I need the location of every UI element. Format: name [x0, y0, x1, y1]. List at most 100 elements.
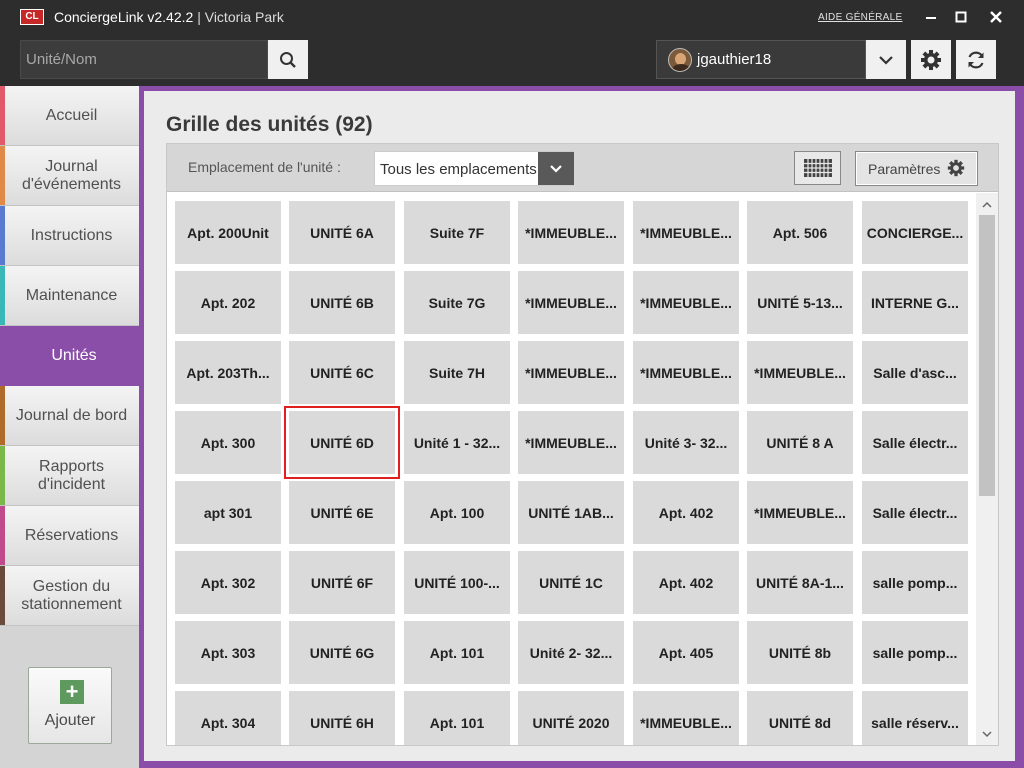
unit-tile[interactable]: *IMMEUBLE...	[518, 271, 624, 334]
unit-tile[interactable]: Apt. 101	[404, 621, 510, 684]
close-icon[interactable]	[984, 6, 1008, 28]
unit-tile[interactable]: *IMMEUBLE...	[518, 341, 624, 404]
unit-tile[interactable]: Unité 1 - 32...	[404, 411, 510, 474]
unit-tile[interactable]: UNITÉ 6D	[284, 406, 400, 479]
unit-tile-label: Apt. 402	[658, 504, 714, 521]
scroll-up-icon[interactable]	[978, 195, 996, 213]
unit-tile[interactable]: UNITÉ 6B	[289, 271, 395, 334]
unit-tile[interactable]: UNITÉ 5-13...	[747, 271, 853, 334]
unit-tile[interactable]: Salle électr...	[862, 411, 968, 474]
sidebar-item-label: Accueil	[45, 106, 98, 124]
unit-tile-label: Salle électr...	[872, 504, 958, 521]
unit-tile-label: *IMMEUBLE...	[525, 294, 617, 311]
unit-tile[interactable]: INTERNE G...	[862, 271, 968, 334]
unit-tile-label: *IMMEUBLE...	[640, 294, 732, 311]
minimize-icon[interactable]	[919, 6, 943, 28]
nav-stripe	[0, 566, 5, 625]
unit-tile[interactable]: *IMMEUBLE...	[747, 341, 853, 404]
unit-tile[interactable]: Salle électr...	[862, 481, 968, 544]
sidebar-item-label: Journal de bord	[15, 406, 128, 424]
unit-tile[interactable]: UNITÉ 8d	[747, 691, 853, 745]
unit-tile[interactable]: Apt. 300	[175, 411, 281, 474]
unit-tile[interactable]: Apt. 302	[175, 551, 281, 614]
unit-tile[interactable]: *IMMEUBLE...	[633, 271, 739, 334]
unit-tile[interactable]: *IMMEUBLE...	[747, 481, 853, 544]
search-button[interactable]	[268, 40, 308, 79]
unit-tile[interactable]: Apt. 506	[747, 201, 853, 264]
unit-tile[interactable]: Apt. 200Unit	[175, 201, 281, 264]
scrollbar-thumb[interactable]	[979, 215, 995, 496]
parameters-button[interactable]: Paramètres	[855, 151, 978, 186]
unit-tile[interactable]: salle pomp...	[862, 621, 968, 684]
add-button[interactable]: + Ajouter	[28, 667, 112, 744]
refresh-button[interactable]	[956, 40, 996, 79]
sidebar-item-journal-de-bord[interactable]: Journal de bord	[0, 386, 139, 446]
unit-tile[interactable]: Apt. 203Th...	[175, 341, 281, 404]
unit-tile[interactable]: UNITÉ 100-...	[404, 551, 510, 614]
sidebar-item-rapports-incident[interactable]: Rapports d'incident	[0, 446, 139, 506]
unit-tile[interactable]: *IMMEUBLE...	[633, 201, 739, 264]
unit-tile[interactable]: Apt. 202	[175, 271, 281, 334]
unit-tile[interactable]: Apt. 101	[404, 691, 510, 745]
unit-tile[interactable]: UNITÉ 6A	[289, 201, 395, 264]
settings-button[interactable]	[911, 40, 951, 79]
unit-tile[interactable]: *IMMEUBLE...	[633, 691, 739, 745]
add-button-label: Ajouter	[44, 712, 96, 729]
sidebar-item-label: Réservations	[24, 526, 119, 544]
unit-tile-label: UNITÉ 6A	[310, 224, 374, 241]
sidebar-item-unites[interactable]: Unités	[0, 326, 157, 386]
unit-tile-label: Apt. 303	[200, 644, 256, 661]
unit-tile[interactable]: Apt. 303	[175, 621, 281, 684]
unit-tile[interactable]: *IMMEUBLE...	[518, 201, 624, 264]
sidebar-item-instructions[interactable]: Instructions	[0, 206, 139, 266]
unit-tile[interactable]: UNITÉ 6F	[289, 551, 395, 614]
unit-tile[interactable]: Apt. 100	[404, 481, 510, 544]
unit-tile[interactable]: UNITÉ 8b	[747, 621, 853, 684]
unit-tile[interactable]: Suite 7H	[404, 341, 510, 404]
unit-tile[interactable]: Suite 7F	[404, 201, 510, 264]
user-selector[interactable]: jgauthier18	[656, 40, 866, 79]
unit-tile[interactable]: *IMMEUBLE...	[633, 341, 739, 404]
unit-tile[interactable]: Salle d'asc...	[862, 341, 968, 404]
unit-tile[interactable]: Apt. 402	[633, 551, 739, 614]
sidebar-item-accueil[interactable]: Accueil	[0, 86, 139, 146]
unit-tile[interactable]: UNITÉ 1C	[518, 551, 624, 614]
unit-tile-label: UNITÉ 5-13...	[757, 294, 843, 311]
unit-tile[interactable]: CONCIERGE...	[862, 201, 968, 264]
unit-tile[interactable]: UNITÉ 8A-1...	[747, 551, 853, 614]
maximize-icon[interactable]	[949, 6, 973, 28]
unit-tile[interactable]: salle pomp...	[862, 551, 968, 614]
unit-tile[interactable]: Apt. 405	[633, 621, 739, 684]
search-input[interactable]	[20, 40, 268, 79]
unit-tile[interactable]: UNITÉ 6H	[289, 691, 395, 745]
unit-tile[interactable]: salle réserv...	[862, 691, 968, 745]
unit-tile[interactable]: Apt. 402	[633, 481, 739, 544]
grid-view-button[interactable]	[794, 151, 841, 185]
sidebar-item-label: Unités	[51, 347, 97, 364]
sidebar-item-maintenance[interactable]: Maintenance	[0, 266, 139, 326]
location-dropdown-button[interactable]	[538, 152, 574, 185]
unit-tile[interactable]: *IMMEUBLE...	[518, 411, 624, 474]
unit-tile[interactable]: apt 301	[175, 481, 281, 544]
unit-tile-label: UNITÉ 6E	[310, 504, 374, 521]
vertical-scrollbar[interactable]	[976, 193, 998, 745]
sidebar-item-reservations[interactable]: Réservations	[0, 506, 139, 566]
unit-tile[interactable]: UNITÉ 1AB...	[518, 481, 624, 544]
unit-tile[interactable]: Suite 7G	[404, 271, 510, 334]
scroll-down-icon[interactable]	[978, 725, 996, 743]
location-select[interactable]: Tous les emplacements	[374, 151, 574, 186]
user-dropdown-button[interactable]	[866, 40, 906, 79]
unit-tile[interactable]: Apt. 304	[175, 691, 281, 745]
unit-tile[interactable]: UNITÉ 2020	[518, 691, 624, 745]
unit-tile[interactable]: Unité 2- 32...	[518, 621, 624, 684]
unit-tile[interactable]: Unité 3- 32...	[633, 411, 739, 474]
unit-tile-label: Apt. 302	[200, 574, 256, 591]
unit-tile[interactable]: UNITÉ 8 A	[747, 411, 853, 474]
sidebar-item-stationnement[interactable]: Gestion du stationnement	[0, 566, 139, 626]
sidebar-item-journal-evenements[interactable]: Journal d'événements	[0, 146, 139, 206]
unit-tile-label: Apt. 101	[429, 714, 485, 731]
unit-tile[interactable]: UNITÉ 6C	[289, 341, 395, 404]
unit-tile[interactable]: UNITÉ 6E	[289, 481, 395, 544]
unit-tile[interactable]: UNITÉ 6G	[289, 621, 395, 684]
help-link[interactable]: AIDE GÉNÉRALE	[818, 12, 902, 23]
